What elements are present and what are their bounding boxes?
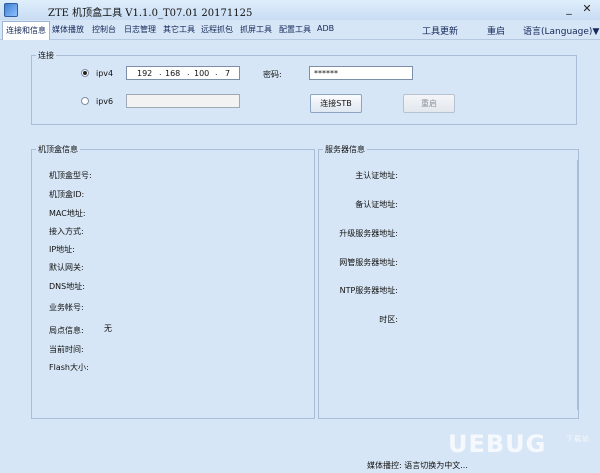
- tab-console[interactable]: 控制台: [92, 24, 116, 35]
- watermark-text: UEBUG: [448, 430, 547, 458]
- ip-octet-2: 168: [165, 69, 181, 78]
- dns-address-label: DNS地址:: [49, 282, 85, 291]
- app-icon: [4, 3, 18, 17]
- mac-address-label: MAC地址:: [49, 209, 86, 218]
- ip-dot: .: [159, 68, 162, 77]
- watermark-small-text: 下载站: [566, 435, 590, 443]
- restart-menu[interactable]: 重启: [487, 24, 505, 37]
- tab-bar: 连接和信息 媒体播放 控制台 日志管理 其它工具 远程抓包 抓屏工具 配置工具 …: [0, 20, 600, 40]
- ntp-server-address-label: NTP服务器地址:: [339, 286, 398, 295]
- restart-button[interactable]: 重启: [403, 94, 455, 113]
- password-field[interactable]: ******: [309, 66, 413, 80]
- ipv6-label: ipv6: [96, 97, 114, 106]
- site-info-label: 局点信息:: [49, 326, 84, 335]
- tab-media-play[interactable]: 媒体播放: [52, 24, 84, 35]
- default-gateway-label: 默认网关:: [49, 263, 84, 272]
- stb-id-label: 机顶盒ID:: [49, 190, 85, 199]
- backup-auth-address-label: 备认证地址:: [355, 200, 398, 209]
- access-mode-label: 接入方式:: [49, 227, 84, 236]
- service-account-label: 业务帐号:: [49, 303, 84, 312]
- password-value: ******: [314, 69, 338, 78]
- tab-screen-capture[interactable]: 抓屏工具: [240, 24, 272, 35]
- tab-adb[interactable]: ADB: [317, 24, 334, 33]
- primary-auth-address-label: 主认证地址:: [355, 171, 398, 180]
- ipv6-address-field[interactable]: [126, 94, 240, 108]
- tab-other-tools[interactable]: 其它工具: [163, 24, 195, 35]
- flash-size-label: Flash大小:: [49, 363, 89, 372]
- tab-config-tools[interactable]: 配置工具: [279, 24, 311, 35]
- ipv4-address-field[interactable]: 192 . 168 . 100 . 7: [126, 66, 240, 80]
- ipv6-radio[interactable]: [81, 97, 89, 105]
- title-bar: ZTE 机顶盒工具 V1.1.0_T07.01 20171125 _ ✕: [0, 0, 600, 20]
- ip-address-label: IP地址:: [49, 245, 75, 254]
- connect-stb-button[interactable]: 连接STB: [310, 94, 362, 113]
- connect-group-title: 连接: [36, 50, 56, 61]
- password-label: 密码:: [263, 70, 282, 79]
- ip-octet-4: 7: [225, 69, 231, 78]
- ip-octet-3: 100: [194, 69, 210, 78]
- ipv4-label: ipv4: [96, 69, 114, 78]
- status-bar: 媒体播控: 语言切换为中文...: [0, 456, 600, 473]
- site-info-value: 无: [104, 324, 112, 333]
- watermark-logo: UEBUG 下载站: [448, 430, 589, 458]
- minimize-button[interactable]: _: [561, 2, 577, 17]
- status-text: 媒体播控: 语言切换为中文...: [367, 461, 468, 470]
- language-menu[interactable]: 语言(Language)▼: [523, 24, 599, 37]
- current-time-label: 当前时间:: [49, 345, 84, 354]
- stb-model-label: 机顶盒型号:: [49, 171, 92, 180]
- nms-server-address-label: 网管服务器地址:: [339, 258, 398, 267]
- ip-dot: .: [215, 68, 218, 77]
- ip-octet-1: 192: [137, 69, 153, 78]
- close-button[interactable]: ✕: [579, 2, 595, 17]
- connect-group: 连接: [31, 50, 577, 125]
- stb-info-title: 机顶盒信息: [36, 144, 80, 155]
- tab-log-management[interactable]: 日志管理: [124, 24, 156, 35]
- server-info-group: 服务器信息: [318, 144, 579, 419]
- ip-dot: .: [187, 68, 190, 77]
- server-info-title: 服务器信息: [323, 144, 367, 155]
- tab-remote-capture[interactable]: 远程抓包: [201, 24, 233, 35]
- tab-connect-info[interactable]: 连接和信息: [2, 21, 50, 40]
- upgrade-server-address-label: 升级服务器地址:: [339, 229, 398, 238]
- window-title: ZTE 机顶盒工具 V1.1.0_T07.01 20171125: [48, 8, 253, 19]
- server-info-divider: [577, 160, 578, 410]
- timezone-label: 时区:: [379, 315, 398, 324]
- ipv4-radio[interactable]: [81, 69, 89, 77]
- tool-update-menu[interactable]: 工具更新: [422, 24, 458, 37]
